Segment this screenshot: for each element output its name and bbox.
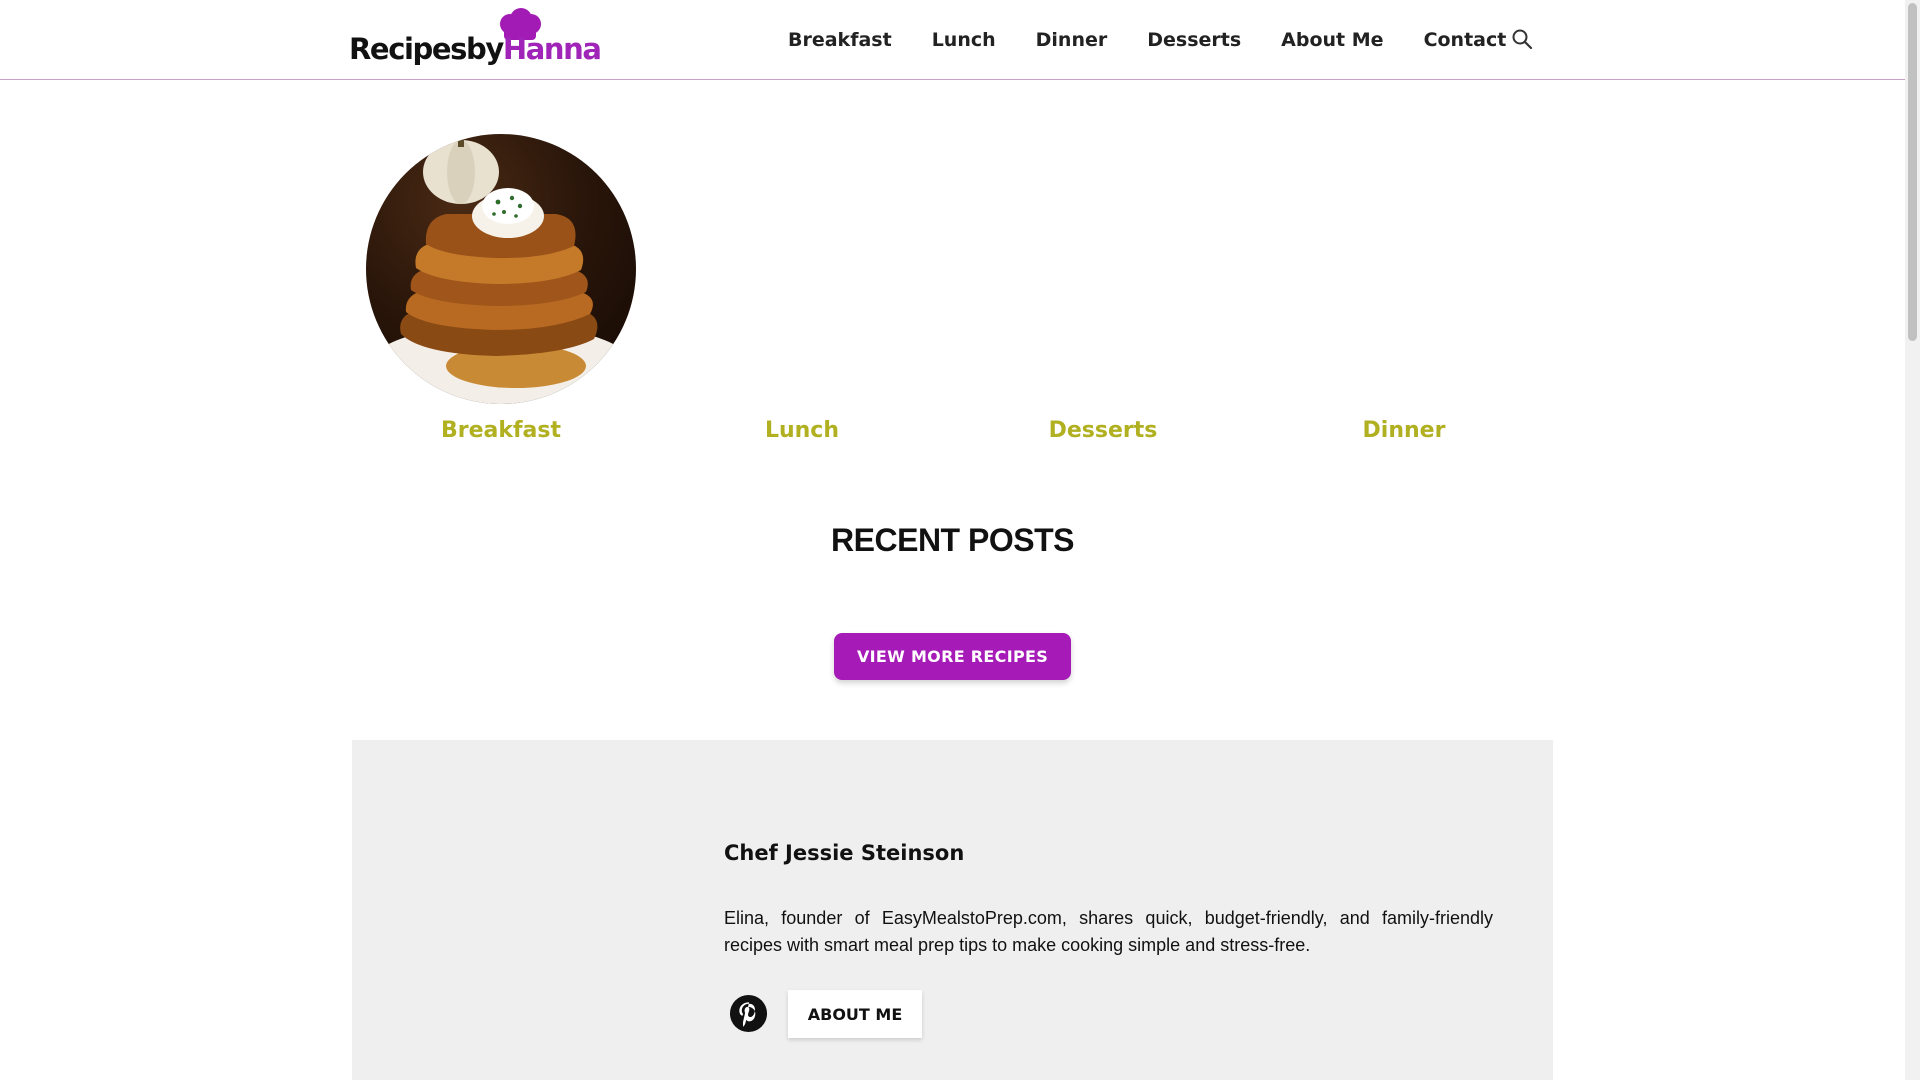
nav-lunch[interactable]: Lunch xyxy=(912,29,1016,51)
category-label[interactable]: Breakfast xyxy=(366,418,636,443)
about-me-button[interactable]: ABOUT ME xyxy=(788,990,922,1038)
chef-bio: Elina, founder of EasyMealstoPrep.com, s… xyxy=(724,908,1493,955)
category-label[interactable]: Dinner xyxy=(1269,418,1539,443)
page-scrollbar[interactable] xyxy=(1905,0,1920,1080)
view-more-recipes-button[interactable]: VIEW MORE RECIPES xyxy=(834,633,1071,680)
category-dinner[interactable]: Dinner xyxy=(1269,134,1539,443)
logo-text: RecipesbyHanna xyxy=(349,32,602,66)
category-breakfast[interactable]: Breakfast xyxy=(366,134,636,443)
search-icon[interactable] xyxy=(1511,28,1533,50)
nav-about-me[interactable]: About Me xyxy=(1261,29,1403,51)
desserts-image[interactable] xyxy=(968,134,1238,404)
scrollbar-thumb[interactable] xyxy=(1908,3,1917,341)
about-section: Chef Jessie Steinson Elina, founder of E… xyxy=(352,740,1553,1080)
site-header: RecipesbyHanna Breakfast Lunch Dinner De… xyxy=(0,0,1905,80)
chef-name: Chef Jessie Steinson xyxy=(724,841,965,865)
category-label[interactable]: Lunch xyxy=(667,418,937,443)
lunch-image[interactable] xyxy=(667,134,937,404)
breakfast-french-toast-image[interactable] xyxy=(366,134,636,404)
dinner-image[interactable] xyxy=(1269,134,1539,404)
nav-dinner[interactable]: Dinner xyxy=(1016,29,1128,51)
site-logo[interactable]: RecipesbyHanna xyxy=(349,8,602,70)
nav-breakfast[interactable]: Breakfast xyxy=(768,29,912,51)
category-lunch[interactable]: Lunch xyxy=(667,134,937,443)
nav-desserts[interactable]: Desserts xyxy=(1127,29,1261,51)
category-label[interactable]: Desserts xyxy=(968,418,1238,443)
category-desserts[interactable]: Desserts xyxy=(968,134,1238,443)
nav-contact[interactable]: Contact xyxy=(1404,29,1527,51)
recent-posts-heading: RECENT POSTS xyxy=(831,522,1074,558)
main-nav: Breakfast Lunch Dinner Desserts About Me… xyxy=(768,0,1533,80)
pinterest-icon[interactable] xyxy=(729,994,768,1033)
